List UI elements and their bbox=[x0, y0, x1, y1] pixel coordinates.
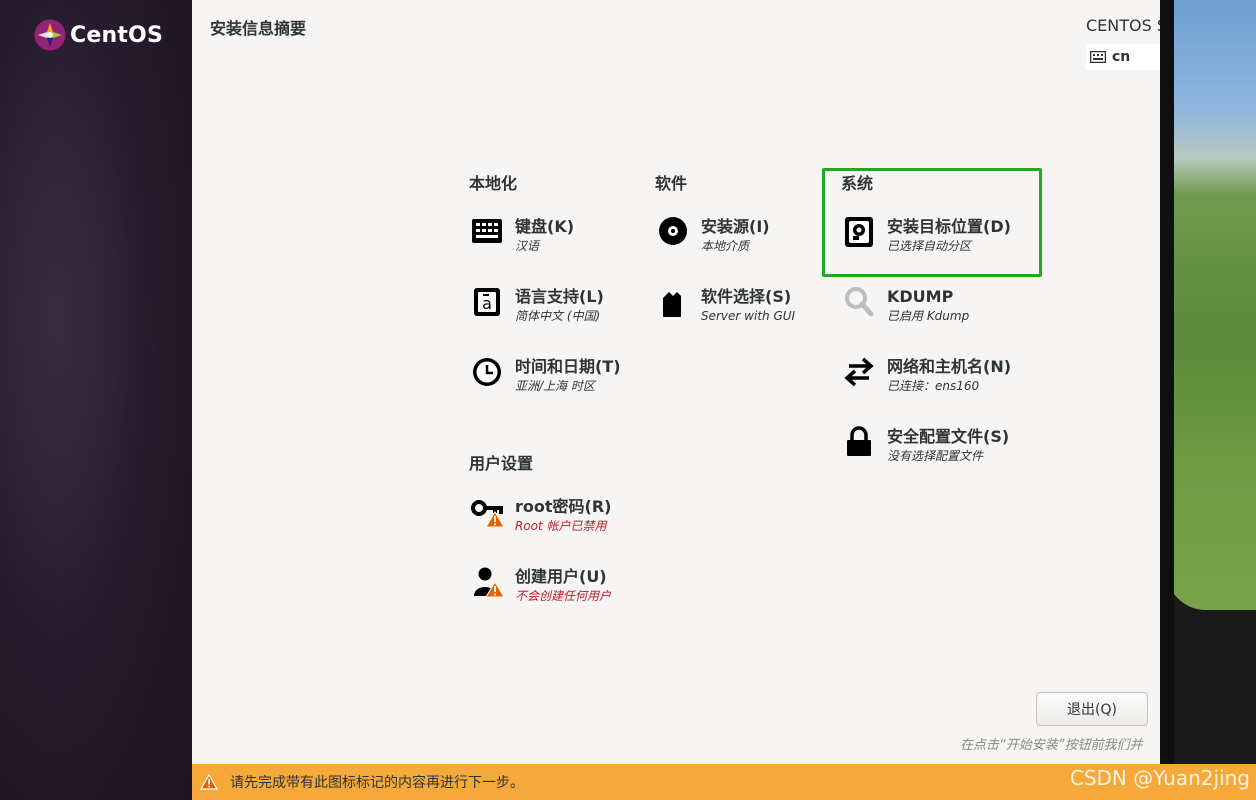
spoke-software-selection[interactable]: 软件选择(S) Server with GUI bbox=[657, 286, 857, 324]
warning-icon bbox=[200, 774, 218, 790]
spoke-security-profile-name: 安全配置文件(S) bbox=[887, 427, 1010, 446]
keyboard-layout-indicator[interactable]: cn bbox=[1086, 44, 1160, 70]
centos-logo: CentOS bbox=[34, 19, 163, 51]
spoke-root-password-name: root密码(R) bbox=[515, 497, 612, 516]
centos-logo-icon bbox=[34, 19, 66, 51]
spoke-language[interactable]: a 语言支持(L) 简体中文 (中国) bbox=[471, 286, 671, 324]
spoke-security-profile[interactable]: 安全配置文件(S) 没有选择配置文件 bbox=[843, 426, 1043, 464]
spoke-keyboard[interactable]: 键盘(K) 汉语 bbox=[471, 216, 671, 254]
language-icon: a bbox=[471, 286, 503, 318]
spoke-create-user[interactable]: 创建用户(U) 不会创建任何用户 bbox=[471, 566, 671, 604]
keyboard-icon bbox=[471, 216, 503, 248]
disc-icon bbox=[657, 216, 689, 248]
package-icon bbox=[657, 286, 689, 318]
spoke-install-source-name: 安装源(I) bbox=[701, 217, 770, 236]
quit-button[interactable]: 退出(Q) bbox=[1036, 692, 1148, 726]
clock-icon bbox=[471, 356, 503, 388]
spoke-install-destination-status: 已选择自动分区 bbox=[887, 239, 972, 253]
spoke-language-status: 简体中文 (中国) bbox=[515, 309, 601, 323]
page-title: 安装信息摘要 bbox=[210, 19, 307, 38]
lock-icon bbox=[843, 426, 875, 458]
spoke-install-destination[interactable]: 安装目标位置(D) 已选择自动分区 bbox=[843, 216, 1043, 254]
spoke-root-password[interactable]: root密码(R) Root 帐户已禁用 bbox=[471, 496, 671, 534]
key-warning-icon bbox=[471, 496, 505, 528]
spoke-datetime[interactable]: 时间和日期(T) 亚洲/上海 时区 bbox=[471, 356, 671, 394]
section-user-title: 用户设置 bbox=[469, 454, 534, 473]
spoke-network[interactable]: 网络和主机名(N) 已连接：ens160 bbox=[843, 356, 1043, 394]
keyboard-layout-label: cn bbox=[1112, 49, 1131, 65]
harddisk-icon bbox=[843, 216, 875, 248]
spoke-datetime-status: 亚洲/上海 时区 bbox=[515, 379, 595, 393]
spoke-language-name: 语言支持(L) bbox=[515, 287, 604, 306]
spoke-kdump-status: 已启用 Kdump bbox=[887, 309, 970, 323]
spoke-keyboard-status: 汉语 bbox=[515, 239, 540, 253]
spoke-software-selection-status: Server with GUI bbox=[701, 309, 796, 323]
sidebar: CentOS bbox=[0, 0, 192, 800]
product-name: CENTOS S bbox=[1086, 16, 1160, 35]
spoke-network-name: 网络和主机名(N) bbox=[887, 357, 1012, 376]
photo-frame bbox=[1160, 0, 1174, 764]
magnifier-icon bbox=[843, 286, 875, 318]
spoke-create-user-name: 创建用户(U) bbox=[515, 567, 607, 586]
spoke-security-profile-status: 没有选择配置文件 bbox=[887, 449, 984, 463]
spoke-software-selection-name: 软件选择(S) bbox=[701, 287, 792, 306]
spoke-kdump[interactable]: KDUMP 已启用 Kdump bbox=[843, 286, 1043, 324]
spoke-kdump-name: KDUMP bbox=[887, 287, 954, 306]
watermark: CSDN @Yuan2jing bbox=[1069, 766, 1250, 790]
spoke-datetime-name: 时间和日期(T) bbox=[515, 357, 621, 376]
user-warning-icon bbox=[471, 566, 505, 598]
background-photo bbox=[1160, 0, 1256, 764]
main-panel: 安装信息摘要 CENTOS S cn 本地化 键盘(K) 汉语 a 语言支持(L… bbox=[192, 0, 1160, 764]
spoke-install-destination-name: 安装目标位置(D) bbox=[887, 217, 1011, 236]
spoke-create-user-status: 不会创建任何用户 bbox=[515, 589, 612, 603]
spoke-root-password-status: Root 帐户已禁用 bbox=[515, 519, 607, 533]
warning-message: 请先完成带有此图标标记的内容再进行下一步。 bbox=[230, 775, 524, 791]
section-software-title: 软件 bbox=[655, 174, 688, 193]
spoke-network-status: 已连接：ens160 bbox=[887, 379, 980, 393]
network-arrows-icon bbox=[843, 356, 875, 388]
spoke-keyboard-name: 键盘(K) bbox=[515, 217, 575, 236]
keyboard-small-icon bbox=[1090, 51, 1106, 63]
logo-text: CentOS bbox=[70, 22, 163, 48]
svg-text:a: a bbox=[482, 294, 492, 313]
section-localization-title: 本地化 bbox=[469, 174, 518, 193]
begin-install-hint: 在点击“开始安装”按钮前我们并 bbox=[960, 738, 1143, 753]
spoke-install-source-status: 本地介质 bbox=[701, 239, 750, 253]
landscape-photo bbox=[1166, 0, 1256, 610]
